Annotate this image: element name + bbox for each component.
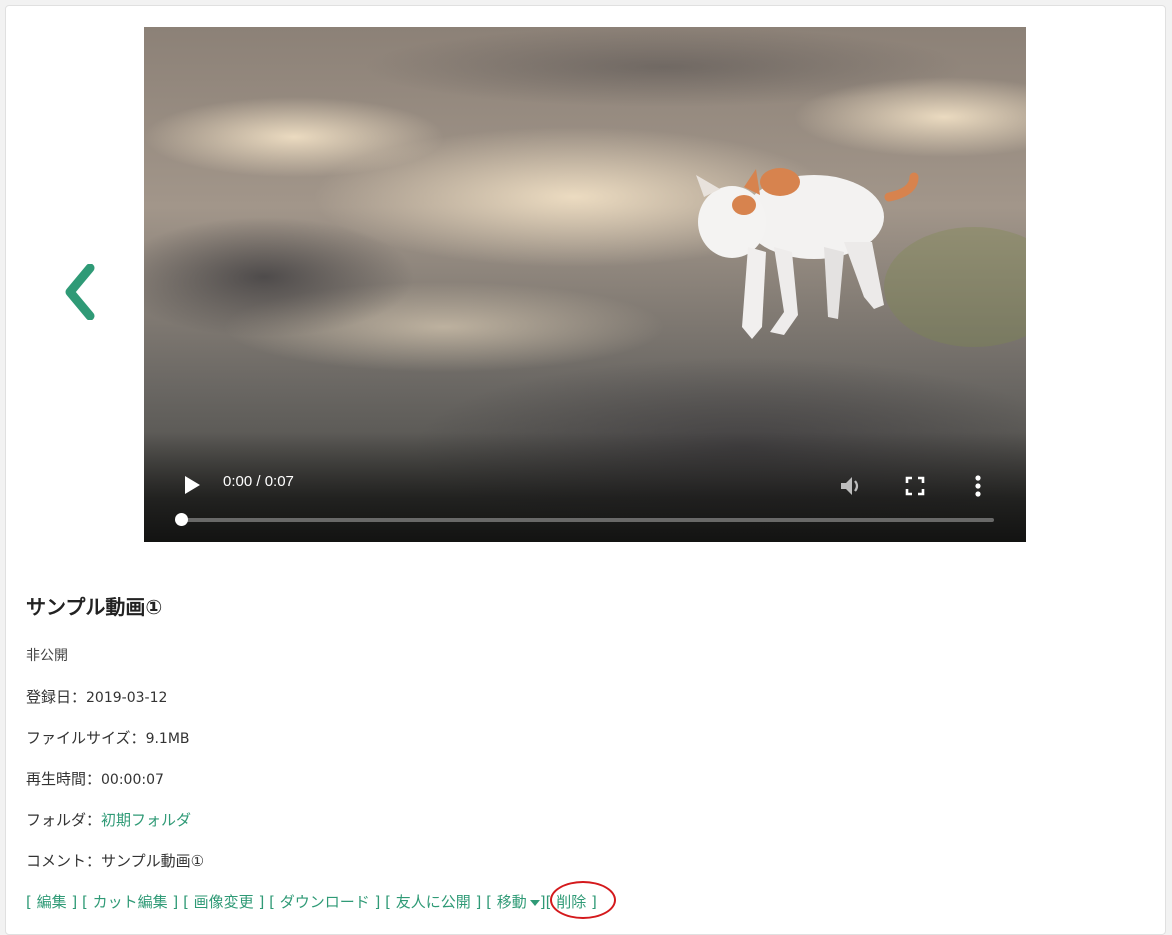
filesize-row: ファイルサイズ：9.1MB: [26, 728, 1126, 748]
folder-link[interactable]: 初期フォルダ: [101, 811, 191, 829]
progress-bar[interactable]: [181, 518, 994, 522]
chevron-left-icon: [65, 263, 95, 321]
duration-value: 00:00:07: [101, 772, 164, 788]
registered-date-label: 登録日：: [26, 688, 87, 706]
cut-edit-link[interactable]: [ カット編集 ]: [82, 893, 178, 911]
visibility-status: 非公開: [26, 648, 68, 664]
mute-button[interactable]: [837, 472, 865, 500]
edit-link[interactable]: [ 編集 ]: [26, 893, 77, 911]
move-label: [ 移動: [486, 893, 527, 911]
registered-date-value: 2019-03-12: [86, 690, 168, 706]
play-icon: [185, 476, 200, 494]
change-image-link[interactable]: [ 画像変更 ]: [183, 893, 264, 911]
volume-icon: [841, 477, 859, 495]
folder-label: フォルダ：: [26, 811, 102, 829]
more-options-button[interactable]: [968, 472, 988, 500]
registered-date-row: 登録日：2019-03-12: [26, 687, 1126, 707]
duration-row: 再生時間：00:00:07: [26, 769, 1126, 789]
comment-label: コメント：: [26, 852, 102, 870]
media-detail-panel: 0:00 / 0:07 サンプル動画① 非公開 登録日：2019-03-12 フ…: [5, 5, 1166, 935]
move-dropdown[interactable]: [ 移動: [486, 893, 540, 911]
caret-down-icon: [529, 899, 540, 906]
media-title: サンプル動画①: [26, 595, 163, 619]
more-vert-icon: [975, 475, 981, 497]
share-friends-link[interactable]: [ 友人に公開 ]: [385, 893, 481, 911]
download-link[interactable]: [ ダウンロード ]: [269, 893, 380, 911]
previous-media-button[interactable]: [60, 263, 100, 321]
folder-row: フォルダ：初期フォルダ: [26, 810, 1126, 830]
duration-label: 再生時間：: [26, 770, 102, 788]
media-info: サンプル動画① 非公開 登録日：2019-03-12 ファイルサイズ：9.1MB…: [26, 594, 1126, 919]
action-links: [ 編集 ] [ カット編集 ] [ 画像変更 ] [ ダウンロード ] [ 友…: [26, 881, 1126, 919]
delete-link[interactable]: [ 削除 ]: [546, 893, 597, 911]
fullscreen-button[interactable]: [902, 472, 928, 500]
comment-value: サンプル動画①: [101, 852, 205, 870]
comment-row: コメント：サンプル動画①: [26, 851, 1126, 871]
time-display: 0:00 / 0:07: [223, 473, 294, 490]
fullscreen-icon: [905, 476, 925, 496]
filesize-label: ファイルサイズ：: [26, 729, 146, 747]
filesize-value: 9.1MB: [145, 731, 190, 747]
progress-thumb[interactable]: [175, 513, 188, 526]
video-player[interactable]: 0:00 / 0:07: [144, 27, 1026, 542]
play-button[interactable]: [180, 471, 204, 499]
